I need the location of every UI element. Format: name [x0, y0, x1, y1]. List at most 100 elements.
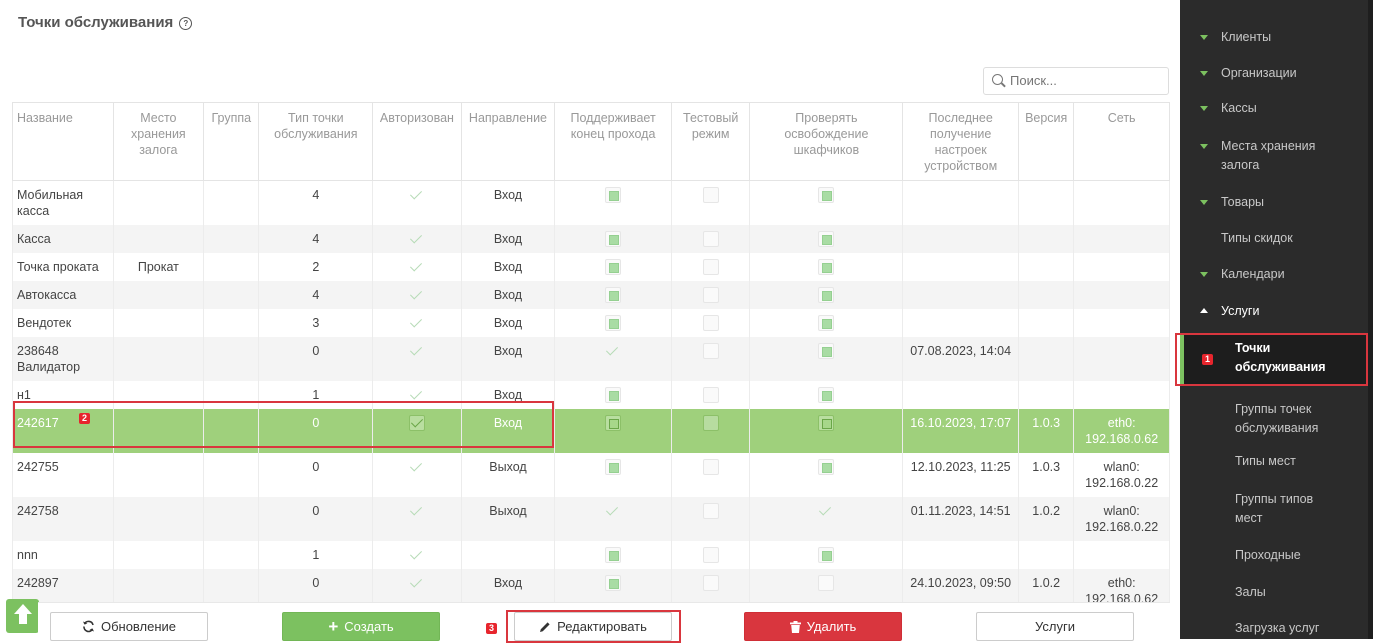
- sidebar-subitem-service-point-groups[interactable]: Группы точек обслуживания: [1180, 400, 1368, 438]
- col-header-group[interactable]: Группа: [203, 102, 260, 181]
- checkbox-empty[interactable]: [702, 343, 719, 359]
- scroll-to-top-button[interactable]: [6, 599, 39, 633]
- checkbox-checked[interactable]: [605, 187, 622, 203]
- checkbox-checked[interactable]: [818, 387, 835, 403]
- help-icon[interactable]: ?: [179, 17, 193, 30]
- sidebar-item-calendars[interactable]: Календари: [1180, 265, 1368, 284]
- checkbox-checked[interactable]: [605, 259, 622, 275]
- checkbox-checked[interactable]: [818, 415, 835, 431]
- sidebar-item-organizations[interactable]: Организации: [1180, 64, 1368, 83]
- cell-direction: Выход: [461, 453, 556, 497]
- table-row[interactable]: Мобильная касса 4 Вход: [12, 180, 1170, 225]
- cell-end-support: [554, 309, 672, 337]
- checkbox-checked[interactable]: [818, 259, 835, 275]
- checkbox[interactable]: [702, 415, 719, 431]
- checkbox-empty[interactable]: [702, 547, 719, 563]
- checkbox-checked[interactable]: [605, 231, 622, 247]
- col-header-version[interactable]: Версия: [1018, 102, 1075, 181]
- checkbox-checked[interactable]: [818, 231, 835, 247]
- col-header-lockers[interactable]: Проверять освобождение шкафчиков: [749, 102, 904, 181]
- table-row[interactable]: 242755 0 Выход 12.10.2023, 11:25 1.0.3 wlan0:…: [12, 453, 1170, 497]
- sidebar-item-goods[interactable]: Товары: [1180, 193, 1368, 212]
- check-mark-icon: [409, 231, 425, 247]
- checkbox-empty[interactable]: [702, 387, 719, 403]
- checkbox-empty[interactable]: [702, 259, 719, 275]
- checkbox-checked[interactable]: [605, 575, 622, 591]
- sidebar-item-cash-desks[interactable]: Кассы: [1180, 99, 1368, 118]
- cell-version: [1018, 337, 1075, 381]
- table-row[interactable]: 238648 Валидатор 0 Вход 07.08.2023, 14:04: [12, 337, 1170, 381]
- sidebar-scrollbar[interactable]: [1368, 0, 1373, 639]
- sidebar-item-deposit-storage[interactable]: Места хранения залога: [1180, 137, 1368, 175]
- sidebar-item-discount-types[interactable]: Типы скидок: [1180, 229, 1368, 248]
- sidebar-item-label: Услуги: [1221, 304, 1260, 318]
- checkbox-checked[interactable]: [818, 547, 835, 563]
- cell-name: 242758: [12, 497, 114, 541]
- col-header-direction[interactable]: Направление: [461, 102, 556, 181]
- checkbox-checked[interactable]: [818, 459, 835, 475]
- cell-name: 238648 Валидатор: [12, 337, 114, 381]
- checkbox-checked[interactable]: [605, 547, 622, 563]
- sidebar-subitem-place-type-groups[interactable]: Группы типов мест: [1180, 490, 1368, 528]
- action-bar: Обновление + Создать 3 Редактировать Удал…: [38, 602, 1170, 643]
- page-title: Точки обслуживания?: [18, 14, 193, 31]
- sidebar-subitem-place-types[interactable]: Типы мест: [1180, 452, 1368, 471]
- sidebar-subitem-halls[interactable]: Залы: [1180, 583, 1368, 602]
- table-row[interactable]: Вендотек 3 Вход: [12, 309, 1170, 337]
- checkbox-empty[interactable]: [702, 231, 719, 247]
- sidebar-subitem-label: Группы точек обслуживания: [1235, 402, 1319, 435]
- table-row[interactable]: Касса 4 Вход: [12, 225, 1170, 253]
- col-header-last-settings[interactable]: Последнее получение настроек устройством: [902, 102, 1020, 181]
- checkbox-empty[interactable]: [818, 575, 835, 591]
- cell-lockers: [749, 337, 904, 381]
- cell-network: [1073, 180, 1170, 225]
- search-input[interactable]: [1008, 72, 1162, 89]
- table-row[interactable]: 242758 0 Выход 01.11.2023, 14:51 1.0.2 wlan0:…: [12, 497, 1170, 541]
- sidebar-subitem-gateways[interactable]: Проходные: [1180, 546, 1368, 565]
- checkbox-checked[interactable]: [605, 387, 622, 403]
- checkbox-checked[interactable]: [818, 315, 835, 331]
- edit-button[interactable]: Редактировать: [514, 612, 672, 641]
- cell-test-mode: [671, 180, 751, 225]
- col-header-type[interactable]: Тип точки обслуживания: [258, 102, 374, 181]
- checkbox-checked[interactable]: [605, 415, 622, 431]
- checkbox-empty[interactable]: [702, 187, 719, 203]
- table-row[interactable]: Точка проката Прокат 2 Вход: [12, 253, 1170, 281]
- sidebar-item-clients[interactable]: Клиенты: [1180, 28, 1368, 47]
- checkbox-checked[interactable]: [605, 315, 622, 331]
- checkbox-checked[interactable]: [605, 287, 622, 303]
- checkbox-empty[interactable]: [702, 503, 719, 519]
- cell-last-settings: [902, 225, 1020, 253]
- col-header-test-mode[interactable]: Тестовый режим: [671, 102, 751, 181]
- checkbox-empty[interactable]: [702, 287, 719, 303]
- cell-group: [203, 337, 260, 381]
- checkbox-empty[interactable]: [702, 315, 719, 331]
- refresh-button[interactable]: Обновление: [50, 612, 208, 641]
- plus-icon: +: [328, 617, 339, 636]
- col-header-network[interactable]: Сеть: [1073, 102, 1170, 181]
- table-row[interactable]: Автокасса 4 Вход: [12, 281, 1170, 309]
- checkbox-checked[interactable]: [818, 287, 835, 303]
- search-box[interactable]: [983, 67, 1169, 95]
- col-header-storage[interactable]: Место хранения залога: [113, 102, 205, 181]
- delete-button[interactable]: Удалить: [744, 612, 902, 641]
- cell-name: Касса: [12, 225, 114, 253]
- checkbox-empty[interactable]: [702, 575, 719, 591]
- sidebar-item-services[interactable]: Услуги: [1180, 302, 1368, 321]
- col-header-authorized[interactable]: Авторизован: [372, 102, 462, 181]
- col-header-name[interactable]: Название: [12, 102, 114, 181]
- create-button[interactable]: + Создать: [282, 612, 440, 641]
- cell-network: eth0: 192.168.0.62: [1073, 409, 1170, 453]
- services-button[interactable]: Услуги: [976, 612, 1134, 641]
- cell-authorized: [372, 225, 462, 253]
- cell-end-support: [554, 281, 672, 309]
- trash-icon: [789, 621, 801, 633]
- checkbox-checked[interactable]: [818, 343, 835, 359]
- checkbox-checked[interactable]: [605, 459, 622, 475]
- sidebar-subitem-service-loading[interactable]: Загрузка услуг: [1180, 619, 1368, 638]
- checkbox-empty[interactable]: [702, 459, 719, 475]
- checkbox-checked[interactable]: [818, 187, 835, 203]
- col-header-end-support[interactable]: Поддерживает конец прохода: [554, 102, 672, 181]
- table-row[interactable]: nnn 1: [12, 541, 1170, 569]
- cell-end-support: [554, 453, 672, 497]
